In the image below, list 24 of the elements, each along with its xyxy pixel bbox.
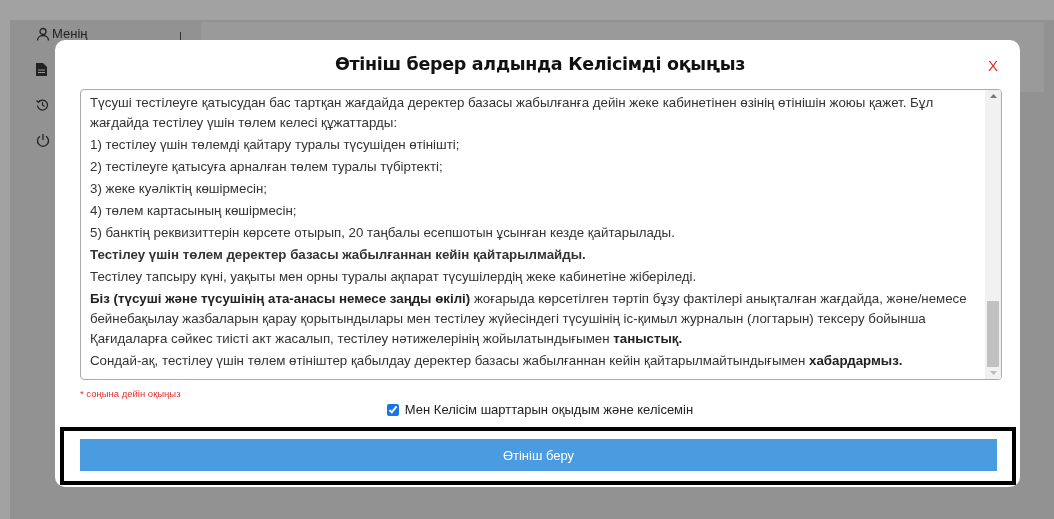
agreement-paragraph: 3) жеке куәліктің көшірмесін; <box>90 179 269 198</box>
user-icon <box>36 26 50 41</box>
hint-text: * соңына дейін оқыңыз <box>80 388 182 399</box>
agreement-paragraph: Сондай-ақ, тестілеу үшін төлем өтініштер қабылдау деректер базасы жабылғаннан кейін қайтарылмайтындығымен хабардармыз. <box>90 351 904 370</box>
power-icon <box>36 133 50 147</box>
agreement-paragraph: 5) банктің реквизиттерін көрсете отырып, 20 таңбалы есепшотын ұсынған кезде қайтарылады. <box>90 223 676 242</box>
scrollbar-thumb[interactable] <box>987 301 999 367</box>
scrollbar[interactable] <box>985 89 1001 379</box>
consent-checkbox[interactable] <box>386 403 399 416</box>
scroll-down-icon[interactable] <box>989 371 997 375</box>
agreement-paragraph: 2) тестілеуге қатысуға арналған төлем туралы түбіртекті; <box>90 157 444 176</box>
close-button[interactable]: X <box>988 57 998 74</box>
agreement-paragraph: Тестілеу үшін төлем деректер базасы жабылғаннан кейін қайтарылмайды. <box>90 245 587 264</box>
modal-title: Өтініш берер алдында Келісімді оқыңыз <box>334 54 746 75</box>
agreement-paragraph: 4) төлем картасының көшірмесін; <box>90 201 298 220</box>
file-icon <box>36 63 47 76</box>
history-icon <box>36 98 49 111</box>
agreement-paragraph: Тестілеу тапсыру күні, уақыты мен орны туралы ақпарат түсушілердің жеке кабинетіне жіберіледі. <box>90 267 698 286</box>
agreement-paragraph: Түсуші тестілеуге қатысудан бас тартқан жағдайда деректер базасы жабылғанға дейін жеке кабинетінен өзінің өтінішін жоюы қажет. Бұл жағдайда тестілеу үшін төлем келесі құжаттарды: <box>90 93 935 132</box>
consent-label: Мен Келісім шарттарын оқыдым және келісемін <box>404 402 694 417</box>
submit-button[interactable]: Өтініш беру <box>80 439 997 471</box>
sidebar-item[interactable]: Менің <box>52 26 88 41</box>
agreement-paragraph: Біз (түсуші және түсушінің ата-анасы немесе заңды өкілі) жоғарыда көрсетілген тәртіп бұзу фактілері анықталған жағдайда, және/немесе бейнебақылау жазбаларын қарау қорытындылары мен тестілеу жүйесіндегі түсушінің іс-қимыл журналын (логтарын) тексеру бойынша Қағидаларға сәйкес тиісті акт жасалып, тестілеу нәтижелерінің жойылатындығымен таныстық. <box>90 289 968 348</box>
agreement-paragraph: 1) тестілеу үшін төлемді қайтару туралы түсушіден өтінішті; <box>90 135 461 154</box>
